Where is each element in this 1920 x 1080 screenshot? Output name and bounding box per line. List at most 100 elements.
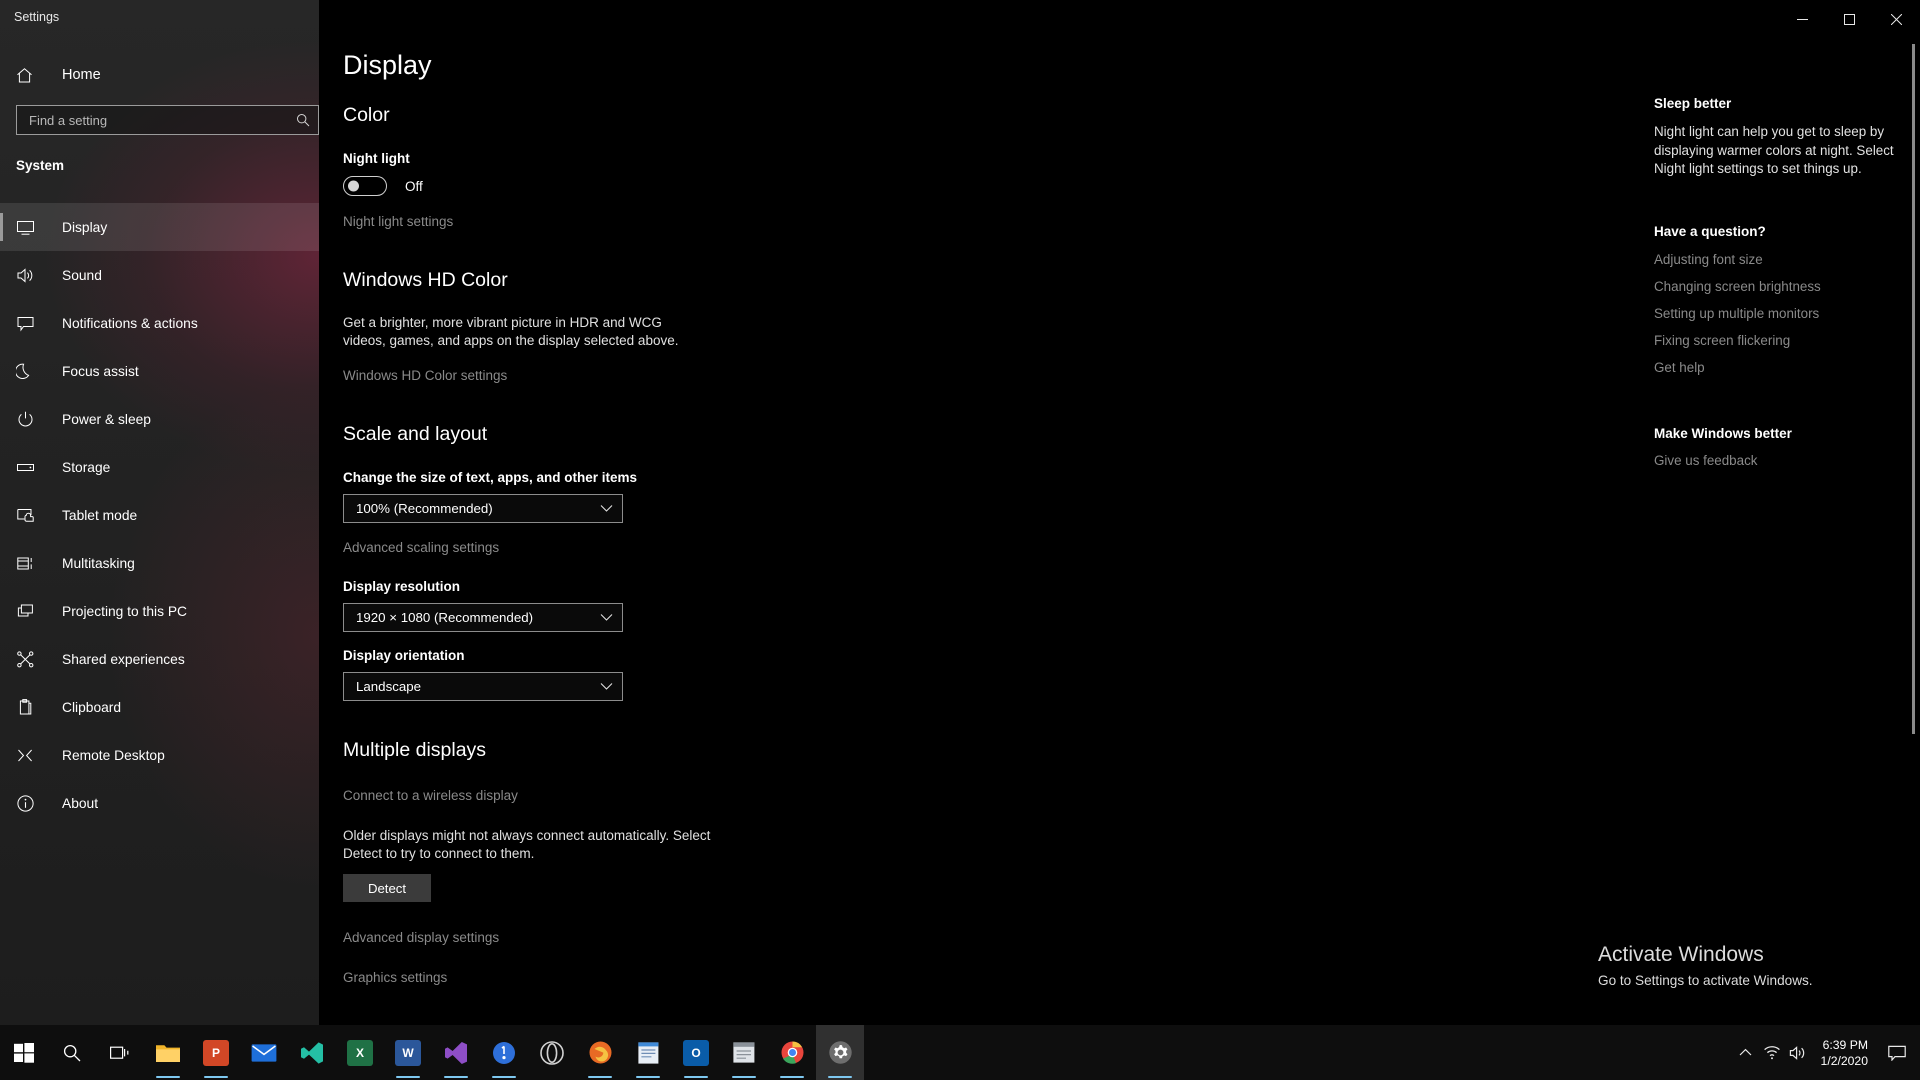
advanced-display-settings-link[interactable]: Advanced display settings xyxy=(343,930,499,945)
outlook-icon: O xyxy=(683,1039,709,1066)
clipboard-icon xyxy=(16,695,42,719)
sidebar-item-home[interactable]: Home xyxy=(0,56,319,94)
night-light-state: Off xyxy=(405,178,423,194)
minimize-button[interactable] xyxy=(1779,0,1826,38)
taskbar-app-chrome[interactable] xyxy=(768,1025,816,1080)
taskbar-app-mail[interactable] xyxy=(240,1025,288,1080)
advanced-scaling-link[interactable]: Advanced scaling settings xyxy=(343,540,499,555)
resolution-value: 1920 × 1080 (Recommended) xyxy=(356,610,534,625)
sidebar-item-about[interactable]: About xyxy=(0,779,319,827)
taskbar-search-button[interactable] xyxy=(48,1025,96,1080)
sidebar-item-label: Display xyxy=(62,219,108,235)
rail-link-give-us-feedback[interactable]: Give us feedback xyxy=(1654,447,1894,474)
sidebar-item-tablet-mode[interactable]: Tablet mode xyxy=(0,491,319,539)
shared-icon xyxy=(16,647,42,671)
taskbar-app-settings[interactable] xyxy=(816,1025,864,1080)
graphics-settings-link[interactable]: Graphics settings xyxy=(343,970,447,985)
page-title: Display xyxy=(343,50,432,80)
sidebar-item-label: Focus assist xyxy=(62,363,139,379)
rail-link-fixing-screen-flickering[interactable]: Fixing screen flickering xyxy=(1654,327,1894,354)
taskbar-app-sticky-notes[interactable] xyxy=(720,1025,768,1080)
sidebar-item-label: Storage xyxy=(62,459,111,475)
section-heading-color: Color xyxy=(343,104,390,126)
sidebar-item-projecting[interactable]: Projecting to this PC xyxy=(0,587,319,635)
taskbar-app-word[interactable]: W xyxy=(384,1025,432,1080)
rail-heading-question: Have a question? xyxy=(1654,223,1766,239)
action-center-button[interactable] xyxy=(1880,1025,1914,1080)
maximize-button[interactable] xyxy=(1826,0,1873,38)
scrollbar-thumb[interactable] xyxy=(1912,44,1915,734)
volume-icon[interactable] xyxy=(1785,1025,1811,1080)
sidebar-item-notifications[interactable]: Notifications & actions xyxy=(0,299,319,347)
taskbar-clock[interactable]: 6:39 PM 1/2/2020 xyxy=(1811,1025,1880,1080)
sidebar-item-label: About xyxy=(62,795,99,811)
rail-link-setting-up-multiple-monitors[interactable]: Setting up multiple monitors xyxy=(1654,300,1894,327)
vscode-insiders-icon xyxy=(301,1041,323,1064)
running-indicator xyxy=(588,1076,612,1078)
window-title: Settings xyxy=(14,10,60,24)
sidebar-item-power-sleep[interactable]: Power & sleep xyxy=(0,395,319,443)
running-indicator xyxy=(492,1076,516,1078)
running-indicator xyxy=(636,1076,660,1078)
rail-heading-feedback: Make Windows better xyxy=(1654,425,1792,441)
rail-link-changing-screen-brightness[interactable]: Changing screen brightness xyxy=(1654,273,1894,300)
wireless-display-link[interactable]: Connect to a wireless display xyxy=(343,788,518,803)
info-icon xyxy=(16,791,42,815)
tablet-icon xyxy=(16,503,42,527)
rail-heading-sleep-better: Sleep better xyxy=(1654,96,1732,111)
taskbar-app-file-explorer[interactable] xyxy=(144,1025,192,1080)
night-light-settings-link[interactable]: Night light settings xyxy=(343,214,453,229)
taskbar-app-visual-studio[interactable] xyxy=(432,1025,480,1080)
taskbar-app-1password[interactable] xyxy=(480,1025,528,1080)
chevron-up-icon[interactable] xyxy=(1733,1025,1759,1080)
monitor-icon xyxy=(16,215,42,239)
taskbar-app-notepad[interactable] xyxy=(624,1025,672,1080)
taskbar-app-outlook[interactable]: O xyxy=(672,1025,720,1080)
running-indicator xyxy=(396,1076,420,1078)
orientation-dropdown[interactable]: Landscape xyxy=(343,672,623,701)
scale-dropdown[interactable]: 100% (Recommended) xyxy=(343,494,623,523)
search-icon[interactable] xyxy=(288,113,318,127)
sidebar-home-label: Home xyxy=(62,67,101,83)
resolution-dropdown[interactable]: 1920 × 1080 (Recommended) xyxy=(343,603,623,632)
running-indicator xyxy=(732,1076,756,1078)
sidebar-item-sound[interactable]: Sound xyxy=(0,251,319,299)
taskbar-app-powerpoint[interactable]: P xyxy=(192,1025,240,1080)
sidebar-item-focus-assist[interactable]: Focus assist xyxy=(0,347,319,395)
close-button[interactable] xyxy=(1873,0,1920,38)
speaker-icon xyxy=(16,263,42,287)
task-view-button[interactable] xyxy=(96,1025,144,1080)
storage-icon xyxy=(16,455,42,479)
settings-window: Settings Home Find a setting System Disp… xyxy=(0,0,1920,1080)
sidebar-item-display[interactable]: Display xyxy=(0,203,319,251)
sidebar-item-multitasking[interactable]: Multitasking xyxy=(0,539,319,587)
sidebar-item-clipboard[interactable]: Clipboard xyxy=(0,683,319,731)
content-scrollbar[interactable] xyxy=(1912,44,1918,984)
detect-button[interactable]: Detect xyxy=(343,874,431,902)
hd-color-settings-link[interactable]: Windows HD Color settings xyxy=(343,368,507,383)
resolution-label: Display resolution xyxy=(343,579,461,594)
running-indicator xyxy=(780,1076,804,1078)
rail-text-sleep-better: Night light can help you get to sleep by… xyxy=(1654,124,1894,176)
sidebar-item-shared-experiences[interactable]: Shared experiences xyxy=(0,635,319,683)
night-light-toggle[interactable] xyxy=(343,176,387,196)
rail-link-get-help[interactable]: Get help xyxy=(1654,354,1894,381)
taskbar-app-opera[interactable] xyxy=(528,1025,576,1080)
firefox-icon xyxy=(589,1041,611,1064)
search-input[interactable] xyxy=(17,106,288,134)
onepassword-icon xyxy=(493,1041,515,1064)
sidebar-item-storage[interactable]: Storage xyxy=(0,443,319,491)
rail-link-adjusting-font-size[interactable]: Adjusting font size xyxy=(1654,246,1894,273)
section-heading-multiple-displays: Multiple displays xyxy=(343,739,487,761)
taskbar-app-firefox[interactable] xyxy=(576,1025,624,1080)
taskbar-app-excel[interactable]: X xyxy=(336,1025,384,1080)
sidebar-group-header: System xyxy=(16,158,65,173)
wifi-icon[interactable] xyxy=(1759,1025,1785,1080)
start-button[interactable] xyxy=(0,1025,48,1080)
sidebar-item-remote-desktop[interactable]: Remote Desktop xyxy=(0,731,319,779)
search-box[interactable] xyxy=(16,105,319,135)
section-heading-scale-layout: Scale and layout xyxy=(343,423,488,445)
section-heading-hd-color: Windows HD Color xyxy=(343,269,508,291)
taskbar-app-vscode-insiders[interactable] xyxy=(288,1025,336,1080)
mail-icon xyxy=(251,1043,277,1062)
